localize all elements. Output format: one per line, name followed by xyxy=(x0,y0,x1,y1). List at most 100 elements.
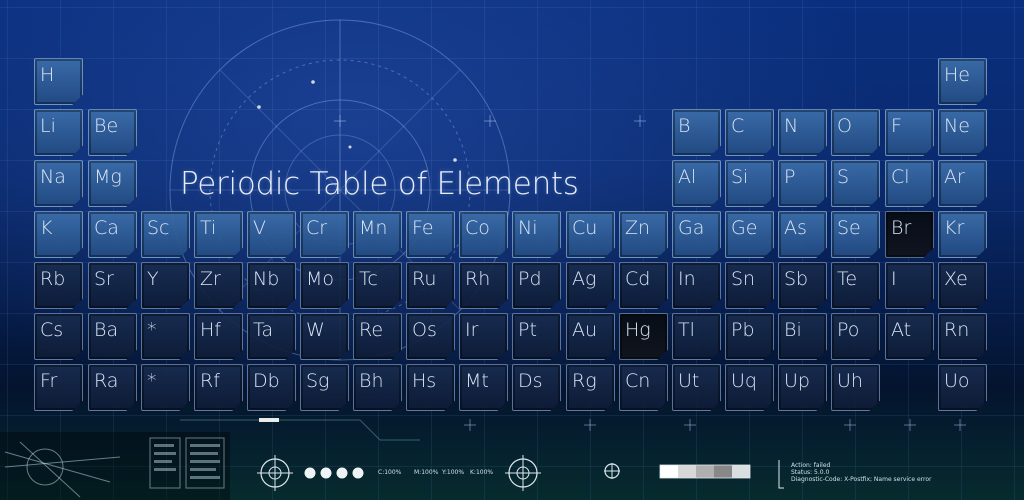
element-symbol: Mn xyxy=(359,217,388,239)
element-cell[interactable]: Rb xyxy=(34,262,83,309)
element-cell[interactable]: B xyxy=(672,109,721,156)
element-cell[interactable]: Xe xyxy=(938,262,987,309)
element-cell[interactable]: Sr xyxy=(88,262,137,309)
element-cell[interactable]: Cu xyxy=(566,211,615,258)
element-cell[interactable]: Mt xyxy=(459,364,508,411)
element-cell[interactable]: Kr xyxy=(938,211,987,258)
element-cell[interactable]: Cl xyxy=(885,160,934,207)
element-cell[interactable]: Ar xyxy=(938,160,987,207)
element-cell[interactable]: Pd xyxy=(512,262,561,309)
element-cell[interactable]: Be xyxy=(88,109,137,156)
element-cell[interactable]: Mg xyxy=(88,160,137,207)
element-cell[interactable]: Os xyxy=(406,313,455,360)
element-symbol: W xyxy=(306,319,325,341)
element-cell[interactable]: C xyxy=(725,109,774,156)
element-cell[interactable]: Cs xyxy=(34,313,83,360)
element-cell[interactable]: Au xyxy=(566,313,615,360)
element-cell[interactable]: Ca xyxy=(88,211,137,258)
element-cell[interactable]: Se xyxy=(831,211,880,258)
element-cell[interactable]: P xyxy=(778,160,827,207)
element-cell[interactable]: Cr xyxy=(300,211,349,258)
element-cell[interactable]: Uq xyxy=(725,364,774,411)
element-symbol: Hf xyxy=(200,319,221,341)
element-cell[interactable]: Tc xyxy=(353,262,402,309)
element-cell[interactable]: Zn xyxy=(619,211,668,258)
element-cell[interactable]: Rn xyxy=(938,313,987,360)
element-cell[interactable]: Ru xyxy=(406,262,455,309)
element-cell[interactable]: Pb xyxy=(725,313,774,360)
element-cell[interactable]: Mo xyxy=(300,262,349,309)
element-cell[interactable]: Br xyxy=(885,211,934,258)
element-cell[interactable]: Te xyxy=(831,262,880,309)
element-cell[interactable]: Fr xyxy=(34,364,83,411)
element-cell[interactable]: Rg xyxy=(566,364,615,411)
element-cell[interactable]: As xyxy=(778,211,827,258)
element-cell[interactable]: Hs xyxy=(406,364,455,411)
element-cell[interactable]: Fe xyxy=(406,211,455,258)
status-action: Action: failed xyxy=(791,462,831,469)
element-cell[interactable]: Li xyxy=(34,109,83,156)
element-cell[interactable]: Al xyxy=(672,160,721,207)
element-cell[interactable]: V xyxy=(247,211,296,258)
element-cell[interactable]: Ra xyxy=(88,364,137,411)
element-cell[interactable]: Ge xyxy=(725,211,774,258)
element-cell[interactable]: Uh xyxy=(831,364,880,411)
element-cell[interactable]: H xyxy=(34,58,83,105)
element-cell[interactable]: Tl xyxy=(672,313,721,360)
element-cell[interactable]: Nb xyxy=(247,262,296,309)
element-cell[interactable]: Ni xyxy=(512,211,561,258)
element-cell[interactable]: In xyxy=(672,262,721,309)
element-cell[interactable]: Po xyxy=(831,313,880,360)
element-cell[interactable]: Ba xyxy=(88,313,137,360)
element-cell[interactable]: Zr xyxy=(194,262,243,309)
element-cell[interactable]: Rh xyxy=(459,262,508,309)
element-cell[interactable]: Uo xyxy=(938,364,987,411)
element-cell[interactable]: Sc xyxy=(141,211,190,258)
element-cell[interactable]: * xyxy=(141,364,190,411)
element-symbol: B xyxy=(678,115,691,137)
element-cell[interactable]: Up xyxy=(778,364,827,411)
element-cell[interactable]: Ir xyxy=(459,313,508,360)
element-symbol: Uo xyxy=(944,370,970,392)
element-cell[interactable]: Cd xyxy=(619,262,668,309)
element-cell[interactable]: Ta xyxy=(247,313,296,360)
element-cell[interactable]: O xyxy=(831,109,880,156)
element-cell[interactable]: K xyxy=(34,211,83,258)
element-cell[interactable]: Na xyxy=(34,160,83,207)
ink-drops-icon xyxy=(304,467,364,479)
element-cell[interactable]: S xyxy=(831,160,880,207)
element-cell[interactable]: Rf xyxy=(194,364,243,411)
element-cell[interactable]: Cn xyxy=(619,364,668,411)
element-cell[interactable]: Y xyxy=(141,262,190,309)
element-cell[interactable]: Ga xyxy=(672,211,721,258)
element-cell[interactable]: Db xyxy=(247,364,296,411)
element-cell[interactable]: N xyxy=(778,109,827,156)
element-cell[interactable]: I xyxy=(885,262,934,309)
element-cell[interactable]: Pt xyxy=(512,313,561,360)
element-cell[interactable]: He xyxy=(938,58,987,105)
element-cell[interactable]: Ne xyxy=(938,109,987,156)
element-cell[interactable]: Hf xyxy=(194,313,243,360)
element-cell[interactable]: Sb xyxy=(778,262,827,309)
element-cell[interactable]: Bh xyxy=(353,364,402,411)
element-cell[interactable]: Hg xyxy=(619,313,668,360)
element-cell[interactable]: Bi xyxy=(778,313,827,360)
element-cell[interactable]: Ti xyxy=(194,211,243,258)
element-cell[interactable]: Co xyxy=(459,211,508,258)
element-cell[interactable]: At xyxy=(885,313,934,360)
element-cell[interactable]: Sg xyxy=(300,364,349,411)
element-cell[interactable]: Sn xyxy=(725,262,774,309)
element-symbol: Cd xyxy=(625,268,651,290)
element-cell[interactable]: W xyxy=(300,313,349,360)
element-cell[interactable]: Mn xyxy=(353,211,402,258)
element-symbol: Pt xyxy=(518,319,537,341)
element-cell[interactable]: Ag xyxy=(566,262,615,309)
element-cell[interactable]: Ds xyxy=(512,364,561,411)
element-cell[interactable]: Ut xyxy=(672,364,721,411)
element-cell[interactable]: Si xyxy=(725,160,774,207)
element-cell[interactable]: Re xyxy=(353,313,402,360)
element-cell[interactable]: F xyxy=(885,109,934,156)
element-symbol: Si xyxy=(731,166,749,188)
element-symbol: Tc xyxy=(359,268,378,290)
element-cell[interactable]: * xyxy=(141,313,190,360)
